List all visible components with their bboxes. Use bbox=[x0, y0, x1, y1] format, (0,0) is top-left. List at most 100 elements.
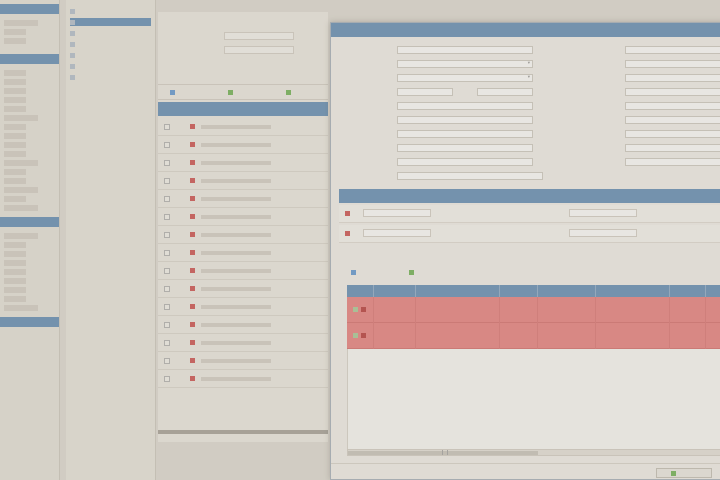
table-row[interactable] bbox=[158, 262, 328, 280]
table-row[interactable] bbox=[158, 298, 328, 316]
delete-button[interactable] bbox=[282, 88, 297, 97]
row-checkbox[interactable] bbox=[164, 339, 170, 346]
grid-column-header[interactable] bbox=[705, 285, 720, 297]
form-field[interactable] bbox=[625, 73, 720, 82]
left-panel-item[interactable] bbox=[4, 205, 38, 211]
nav-item[interactable] bbox=[70, 29, 151, 37]
table-row[interactable] bbox=[158, 280, 328, 298]
nav-item[interactable] bbox=[70, 73, 151, 81]
add-button[interactable] bbox=[166, 88, 181, 97]
ok-button[interactable] bbox=[656, 468, 712, 478]
form-field[interactable] bbox=[397, 143, 533, 152]
left-panel-header[interactable] bbox=[0, 54, 59, 64]
row-checkbox[interactable] bbox=[164, 285, 170, 292]
left-panel-item[interactable] bbox=[4, 106, 26, 112]
table-row[interactable] bbox=[158, 226, 328, 244]
grid-column-header[interactable] bbox=[595, 285, 669, 297]
left-panel-item[interactable] bbox=[4, 38, 26, 44]
edit-button[interactable] bbox=[224, 88, 239, 97]
address-row[interactable] bbox=[339, 205, 720, 223]
left-panel-item[interactable] bbox=[4, 296, 26, 302]
left-panel-item[interactable] bbox=[4, 187, 38, 193]
grid-header[interactable] bbox=[158, 102, 328, 116]
form-field[interactable] bbox=[397, 115, 533, 124]
grid-column-header[interactable] bbox=[373, 285, 415, 297]
row-checkbox[interactable] bbox=[164, 249, 170, 256]
filter-input[interactable] bbox=[224, 46, 294, 54]
form-field[interactable] bbox=[397, 101, 533, 110]
left-panel-item[interactable] bbox=[4, 79, 26, 85]
left-panel-item[interactable] bbox=[4, 97, 26, 103]
address-field[interactable] bbox=[363, 209, 431, 217]
left-panel-header[interactable] bbox=[0, 317, 59, 327]
left-panel-item[interactable] bbox=[4, 196, 26, 202]
nav-item[interactable] bbox=[70, 7, 151, 15]
form-select[interactable] bbox=[397, 73, 533, 82]
table-row[interactable] bbox=[158, 370, 328, 388]
row-checkbox[interactable] bbox=[164, 375, 170, 382]
row-checkbox[interactable] bbox=[164, 321, 170, 328]
table-row[interactable] bbox=[158, 316, 328, 334]
left-panel-header[interactable] bbox=[0, 4, 59, 14]
nav-item[interactable] bbox=[70, 40, 151, 48]
dialog-title[interactable] bbox=[331, 23, 720, 37]
nav-item[interactable] bbox=[70, 51, 151, 59]
form-field[interactable] bbox=[625, 101, 720, 110]
address-row[interactable] bbox=[339, 225, 720, 243]
left-panel-item[interactable] bbox=[4, 169, 26, 175]
left-panel-item[interactable] bbox=[4, 278, 26, 284]
row-checkbox[interactable] bbox=[164, 195, 170, 202]
row-checkbox[interactable] bbox=[164, 357, 170, 364]
nav-item[interactable] bbox=[70, 62, 151, 70]
grid-column-header[interactable] bbox=[499, 285, 537, 297]
delete-icon[interactable] bbox=[361, 307, 366, 312]
left-panel-item[interactable] bbox=[4, 287, 26, 293]
left-panel-item[interactable] bbox=[4, 70, 26, 76]
form-field[interactable] bbox=[625, 45, 720, 54]
nav-item-selected[interactable] bbox=[70, 18, 151, 26]
filter-input[interactable] bbox=[224, 32, 294, 40]
address-field[interactable] bbox=[363, 229, 431, 237]
table-row[interactable] bbox=[158, 244, 328, 262]
table-row[interactable] bbox=[158, 190, 328, 208]
left-panel-item[interactable] bbox=[4, 133, 26, 139]
left-panel-header[interactable] bbox=[0, 217, 59, 227]
table-row[interactable] bbox=[158, 136, 328, 154]
row-checkbox[interactable] bbox=[164, 267, 170, 274]
form-field[interactable] bbox=[625, 129, 720, 138]
form-field[interactable] bbox=[625, 59, 720, 68]
edit-icon[interactable] bbox=[353, 307, 358, 312]
horizontal-scrollbar[interactable] bbox=[347, 449, 720, 456]
pager[interactable] bbox=[158, 430, 328, 434]
grid-column-header[interactable] bbox=[669, 285, 705, 297]
grid-column-header[interactable] bbox=[415, 285, 499, 297]
address-field[interactable] bbox=[569, 229, 637, 237]
delete-icon[interactable] bbox=[345, 231, 350, 236]
form-field[interactable] bbox=[397, 171, 543, 180]
form-select[interactable] bbox=[397, 59, 533, 68]
form-field[interactable] bbox=[397, 87, 453, 96]
edit-button[interactable] bbox=[405, 268, 420, 277]
left-panel-item[interactable] bbox=[4, 233, 38, 239]
row-checkbox[interactable] bbox=[164, 141, 170, 148]
table-row[interactable] bbox=[158, 208, 328, 226]
left-panel-item[interactable] bbox=[4, 20, 38, 26]
row-checkbox[interactable] bbox=[164, 213, 170, 220]
left-panel-item[interactable] bbox=[4, 269, 26, 275]
form-field[interactable] bbox=[625, 143, 720, 152]
error-row[interactable] bbox=[347, 297, 720, 323]
form-field[interactable] bbox=[477, 87, 533, 96]
row-checkbox[interactable] bbox=[164, 123, 170, 130]
form-field[interactable] bbox=[397, 157, 533, 166]
delete-icon[interactable] bbox=[361, 333, 366, 338]
address-field[interactable] bbox=[569, 209, 637, 217]
left-panel-item[interactable] bbox=[4, 178, 26, 184]
left-panel-item[interactable] bbox=[4, 305, 38, 311]
form-field[interactable] bbox=[625, 87, 720, 96]
delete-icon[interactable] bbox=[345, 211, 350, 216]
left-panel-item[interactable] bbox=[4, 242, 26, 248]
form-field[interactable] bbox=[625, 115, 720, 124]
table-row[interactable] bbox=[158, 334, 328, 352]
left-panel-item[interactable] bbox=[4, 124, 26, 130]
left-panel-item[interactable] bbox=[4, 115, 38, 121]
